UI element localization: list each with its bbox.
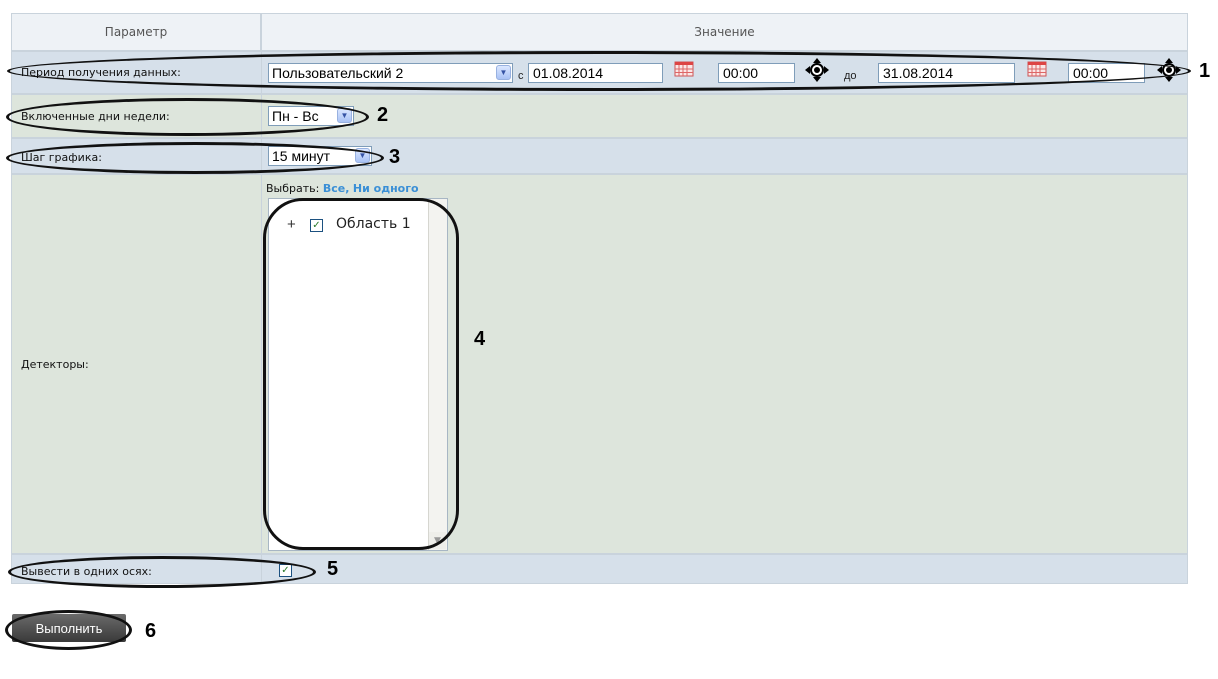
- detectors-label: Детекторы:: [21, 358, 89, 371]
- callout-oval-2: [6, 98, 369, 136]
- select-none-link[interactable]: Ни одного: [353, 182, 419, 195]
- header-value-label: Значение: [694, 25, 755, 39]
- select-all-link[interactable]: Все,: [323, 182, 350, 195]
- header-param: Параметр: [11, 13, 261, 51]
- callout-oval-4: [263, 198, 459, 550]
- callout-oval-3: [6, 142, 384, 174]
- choose-label: Выбрать:: [266, 182, 320, 195]
- callout-number-4: 4: [474, 328, 486, 350]
- callout-number-2: 2: [377, 104, 389, 126]
- callout-oval-1: [7, 51, 1191, 91]
- callout-oval-6: [5, 610, 132, 650]
- callout-oval-5: [8, 556, 316, 588]
- choose-links: Выбрать: Все, Ни одного: [266, 182, 419, 195]
- callout-number-1: 1: [1199, 60, 1211, 82]
- detectors-divider: [261, 174, 262, 554]
- header-value: Значение: [261, 13, 1188, 51]
- callout-number-5: 5: [327, 558, 339, 580]
- callout-number-6: 6: [145, 620, 157, 642]
- detectors-row: [11, 174, 1188, 554]
- callout-number-3: 3: [389, 146, 401, 168]
- header-param-label: Параметр: [104, 25, 168, 39]
